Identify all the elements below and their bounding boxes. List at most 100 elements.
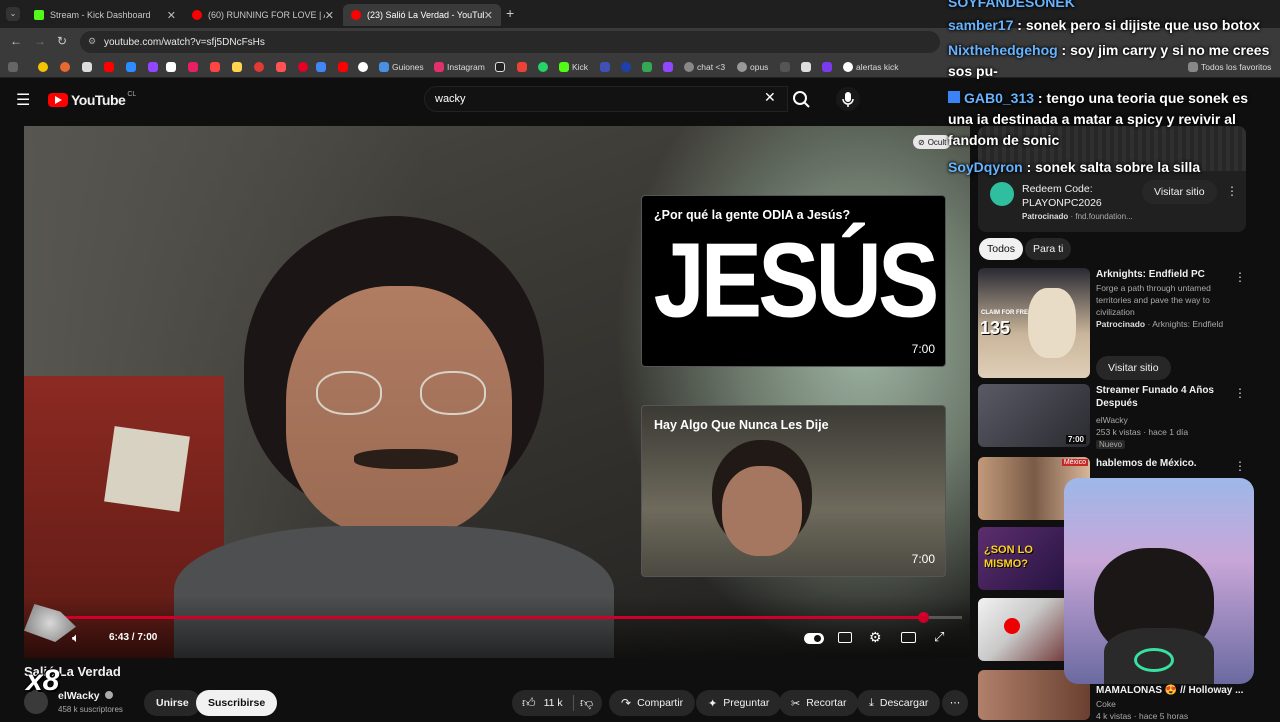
poster-card bbox=[104, 426, 190, 512]
chat-message: Nixthehedgehog : soy jim carry y si no m… bbox=[948, 42, 1270, 79]
forward-icon[interactable]: → bbox=[34, 34, 46, 48]
end-card-duration: 7:00 bbox=[911, 342, 935, 356]
autoplay-toggle[interactable] bbox=[804, 633, 824, 644]
kick-icon bbox=[34, 10, 44, 20]
bookmark-kick[interactable]: Kick bbox=[559, 60, 588, 74]
bookmark-icon[interactable] bbox=[621, 60, 634, 74]
end-card-video-hay-algo[interactable]: Hay Algo Que Nunca Les Dije 7:00 bbox=[641, 405, 946, 577]
recommendation-video[interactable]: 7:00 Streamer Funado 4 Años Después elWa… bbox=[978, 384, 1270, 450]
channel-name[interactable]: elWacky bbox=[58, 690, 113, 702]
bookmark-icon[interactable] bbox=[298, 60, 311, 74]
menu-icon[interactable]: ☰ bbox=[16, 90, 30, 110]
tab-title: Stream - Kick Dashboard bbox=[50, 10, 151, 20]
recommendation-sponsored[interactable]: CLAIM FOR FREE 135 Arknights: Endfield P… bbox=[978, 268, 1270, 380]
bookmark-icon[interactable] bbox=[538, 60, 551, 74]
clip-button[interactable]: ✂ Recortar bbox=[779, 690, 859, 716]
chip-para-ti[interactable]: Para ti bbox=[1025, 238, 1072, 260]
more-icon[interactable]: ⋮ bbox=[1234, 459, 1246, 473]
dislike-icon[interactable]: 👎︎ bbox=[580, 695, 593, 711]
bookmark-icon[interactable] bbox=[104, 60, 117, 74]
rec-title: Streamer Funado 4 Años Después bbox=[1096, 385, 1214, 409]
search-button[interactable] bbox=[788, 86, 816, 112]
bookmark-icon[interactable] bbox=[38, 60, 51, 74]
like-icon[interactable]: 👍︎ bbox=[522, 695, 536, 711]
site-info-icon[interactable]: ⚙ bbox=[88, 36, 96, 47]
back-icon[interactable]: ← bbox=[10, 34, 22, 48]
close-tab-icon[interactable]: ✕ bbox=[325, 9, 334, 22]
bookmark-icon[interactable] bbox=[780, 60, 793, 74]
bookmark-icon[interactable] bbox=[495, 60, 508, 74]
youtube-icon bbox=[192, 10, 202, 20]
ad-more-icon[interactable]: ⋮ bbox=[1226, 184, 1238, 198]
search-input[interactable]: wacky bbox=[424, 86, 788, 112]
end-card-duration: 7:00 bbox=[911, 552, 935, 566]
more-actions-button[interactable]: ⋯ bbox=[942, 690, 968, 716]
fullscreen-icon[interactable]: ⤢ bbox=[934, 629, 944, 645]
chip-todos[interactable]: Todos bbox=[979, 238, 1024, 260]
bookmark-icon[interactable] bbox=[316, 60, 329, 74]
bookmark-icon[interactable] bbox=[60, 60, 73, 74]
close-tab-icon[interactable]: ✕ bbox=[484, 9, 493, 22]
bookmark-alertas-kick[interactable]: alertas kick bbox=[843, 60, 899, 74]
volume-icon[interactable]: 🔈︎ bbox=[72, 630, 80, 646]
tab-kick-dashboard[interactable]: Stream - Kick Dashboard ✕ bbox=[26, 4, 184, 26]
join-button[interactable]: Unirse bbox=[144, 690, 201, 716]
bookmark-icon[interactable] bbox=[210, 60, 223, 74]
tab-salio-la-verdad[interactable]: (23) Salió La Verdad - YouTube ✕ bbox=[343, 4, 501, 26]
reload-icon[interactable]: ↻ bbox=[57, 34, 67, 48]
bookmark-icon[interactable] bbox=[148, 60, 161, 74]
new-tab-button[interactable]: + bbox=[506, 5, 514, 21]
bookmark-icon[interactable] bbox=[358, 60, 371, 74]
ad-visit-button[interactable]: Visitar sitio bbox=[1142, 180, 1217, 204]
bookmark-icon[interactable] bbox=[338, 60, 351, 74]
download-button[interactable]: ⤓ Descargar bbox=[857, 690, 941, 716]
bookmark-guiones[interactable]: Guiones bbox=[379, 60, 424, 74]
bookmark-icon[interactable] bbox=[82, 60, 95, 74]
bookmark-icon[interactable] bbox=[254, 60, 267, 74]
url-field[interactable]: ⚙ youtube.com/watch?v=sfj5DNcFsHs bbox=[80, 31, 940, 53]
ask-button[interactable]: ✦ Preguntar bbox=[696, 690, 782, 716]
close-tab-icon[interactable]: ✕ bbox=[167, 9, 176, 22]
bookmark-icon[interactable] bbox=[166, 60, 179, 74]
bookmark-icon[interactable] bbox=[822, 60, 835, 74]
region-code: CL bbox=[127, 90, 137, 98]
time-display: 6:43 / 7:00 bbox=[109, 632, 158, 643]
bookmark-icon[interactable] bbox=[276, 60, 289, 74]
tab-search-icon[interactable]: ⌄ bbox=[6, 7, 20, 21]
bookmark-icon[interactable] bbox=[188, 60, 201, 74]
more-icon[interactable]: ⋮ bbox=[1234, 270, 1246, 284]
scissors-icon: ✂ bbox=[791, 697, 801, 710]
tab-title: (60) RUNNING FOR LOVE | AM bbox=[208, 10, 325, 20]
bookmark-icon[interactable] bbox=[642, 60, 655, 74]
video-player[interactable]: ¿Por qué la gente ODIA a Jesús? JESÚS 7:… bbox=[24, 126, 970, 658]
hide-cards-button[interactable]: ⊘ Ocult bbox=[913, 135, 952, 149]
youtube-logo[interactable]: YouTube CL bbox=[48, 90, 137, 108]
bookmark-opus[interactable]: opus bbox=[737, 60, 768, 74]
bookmark-icon[interactable] bbox=[663, 60, 676, 74]
chat-message: samber17 : sonek pero si dijiste que uso… bbox=[948, 17, 1260, 33]
rec-visit-button[interactable]: Visitar sitio bbox=[1096, 356, 1171, 380]
subtitles-icon[interactable] bbox=[838, 632, 852, 643]
share-button[interactable]: ↷ Compartir bbox=[609, 690, 696, 716]
voice-search-button[interactable] bbox=[836, 87, 860, 111]
tab-running-for-love[interactable]: (60) RUNNING FOR LOVE | AM ✕ bbox=[184, 4, 342, 26]
user-badge-icon bbox=[948, 91, 960, 103]
glasses-left bbox=[316, 371, 382, 415]
settings-icon[interactable]: ⚙ bbox=[869, 629, 882, 646]
like-count[interactable]: 11 k bbox=[544, 697, 563, 709]
bookmark-icon[interactable] bbox=[126, 60, 139, 74]
rec-channel: Coke bbox=[1096, 699, 1116, 709]
bookmark-icon[interactable] bbox=[801, 60, 814, 74]
apps-icon[interactable] bbox=[8, 60, 21, 74]
subscribe-button[interactable]: Suscribirse bbox=[196, 690, 278, 716]
bookmark-icon[interactable] bbox=[232, 60, 245, 74]
bookmark-instagram[interactable]: Instagram bbox=[434, 60, 485, 74]
ad-title[interactable]: Redeem Code: PLAYONPC2026 bbox=[1022, 182, 1142, 210]
bookmark-chat[interactable]: chat <3 bbox=[684, 60, 725, 74]
bookmark-icon[interactable] bbox=[600, 60, 613, 74]
end-card-video-jesus[interactable]: ¿Por qué la gente ODIA a Jesús? JESÚS 7:… bbox=[641, 195, 946, 367]
more-icon[interactable]: ⋮ bbox=[1234, 386, 1246, 400]
miniplayer-icon[interactable] bbox=[901, 632, 916, 643]
clear-search-icon[interactable]: ✕ bbox=[764, 89, 776, 106]
bookmark-icon[interactable] bbox=[517, 60, 530, 74]
